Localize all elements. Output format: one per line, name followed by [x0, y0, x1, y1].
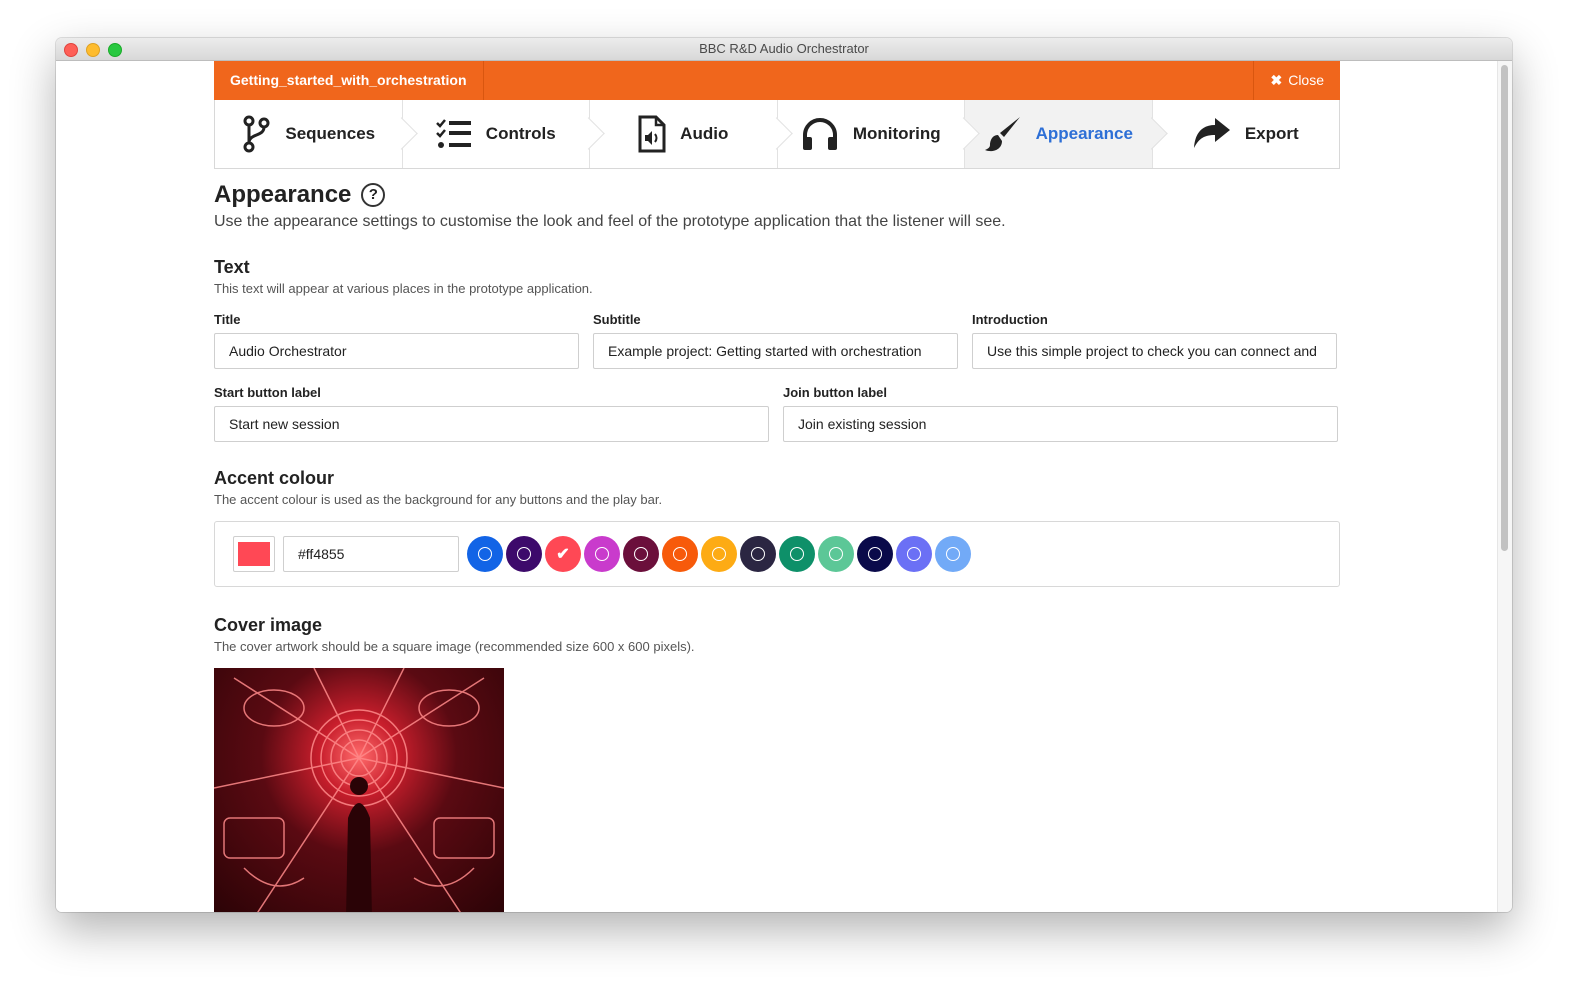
cover-image[interactable] [214, 668, 504, 912]
tab-monitoring-label: Monitoring [852, 124, 941, 143]
tab-export-label: Export [1244, 124, 1299, 143]
text-section-heading: Text [214, 257, 250, 277]
tab-sequences[interactable]: Sequences [215, 100, 418, 168]
minimize-window-button[interactable] [86, 43, 100, 57]
circle-icon [907, 547, 921, 561]
page-description: Use the appearance settings to customise… [214, 213, 1006, 230]
title-input[interactable]: Audio Orchestrator [214, 333, 579, 369]
circle-icon [478, 547, 492, 561]
join-button-field-group: Join button label Join existing session [783, 385, 1338, 442]
colour-swatch[interactable] [740, 536, 776, 572]
colour-swatch[interactable] [896, 536, 932, 572]
close-project-button[interactable]: ✖ Close [1253, 61, 1340, 100]
step-navigation: Sequences Controls Audio Monitoring Appe… [214, 100, 1340, 169]
colour-preview[interactable] [233, 536, 275, 572]
circle-icon [829, 547, 843, 561]
circle-icon [751, 547, 765, 561]
join-button-input[interactable]: Join existing session [783, 406, 1338, 442]
help-icon[interactable]: ? [361, 183, 386, 207]
project-name: Getting_started_with_orchestration [214, 61, 484, 100]
close-icon: ✖ [1270, 72, 1283, 88]
colour-swatch[interactable] [506, 536, 542, 572]
colour-swatch[interactable] [701, 536, 737, 572]
colour-swatch[interactable] [623, 536, 659, 572]
tab-controls[interactable]: Controls [401, 100, 605, 168]
colour-swatch[interactable] [467, 536, 503, 572]
title-label: Title [214, 312, 241, 327]
cover-section-heading: Cover image [214, 615, 323, 635]
start-button-input[interactable]: Start new session [214, 406, 769, 442]
circle-icon [790, 547, 804, 561]
circle-icon [712, 547, 726, 561]
introduction-field-group: Introduction Use this simple project to … [972, 312, 1337, 369]
tab-audio[interactable]: Audio [589, 100, 793, 168]
text-section: Text This text will appear at various pl… [214, 257, 1340, 442]
accent-section-heading: Accent colour [214, 468, 335, 488]
text-section-desc: This text will appear at various places … [214, 281, 593, 296]
content-area: Getting_started_with_orchestration ✖ Clo… [56, 61, 1498, 912]
traffic-lights [64, 43, 122, 57]
accent-section-desc: The accent colour is used as the backgro… [214, 492, 663, 507]
check-icon: ✔ [556, 546, 570, 563]
window-titlebar: BBC R&D Audio Orchestrator [56, 38, 1512, 61]
cover-section-desc: The cover artwork should be a square ima… [214, 639, 695, 654]
page-title: Appearance ? [214, 181, 1340, 209]
share-arrow-icon [1193, 118, 1230, 148]
title-field-group: Title Audio Orchestrator [214, 312, 579, 369]
start-button-field-group: Start button label Start new session [214, 385, 769, 442]
vertical-scrollbar[interactable] [1497, 61, 1512, 912]
colour-swatch[interactable] [818, 536, 854, 572]
tab-controls-label: Controls [485, 124, 556, 143]
colour-swatch[interactable]: ✔ [545, 536, 581, 572]
headphones-icon [802, 118, 837, 150]
scrollbar-thumb[interactable] [1501, 65, 1508, 551]
circle-icon [673, 547, 687, 561]
cover-artwork [214, 668, 504, 912]
tab-appearance-label: Appearance [1035, 124, 1133, 143]
join-button-label: Join button label [783, 385, 887, 400]
circle-icon [634, 547, 648, 561]
colour-preview-fill [238, 542, 270, 566]
paintbrush-icon [984, 117, 1020, 152]
tab-monitoring[interactable]: Monitoring [776, 100, 980, 168]
colour-swatch[interactable] [935, 536, 971, 572]
text-row-1: Title Audio Orchestrator Subtitle Exampl… [214, 312, 1340, 369]
subtitle-label: Subtitle [593, 312, 641, 327]
branch-icon [243, 115, 270, 153]
start-button-label: Start button label [214, 385, 321, 400]
checklist-icon [435, 119, 471, 148]
circle-icon [517, 547, 531, 561]
tab-sequences-label: Sequences [285, 124, 376, 143]
colour-swatch[interactable] [779, 536, 815, 572]
project-topbar: Getting_started_with_orchestration ✖ Clo… [214, 61, 1340, 100]
accent-colour-picker: #ff4855 ✔ [214, 521, 1340, 587]
audio-file-icon [638, 115, 666, 153]
subtitle-input[interactable]: Example project: Getting started with or… [593, 333, 958, 369]
page-title-text: Appearance [214, 181, 352, 208]
app-window: BBC R&D Audio Orchestrator Getting_start… [56, 38, 1512, 912]
text-row-2: Start button label Start new session Joi… [214, 385, 1340, 442]
colour-swatch[interactable] [662, 536, 698, 572]
colour-swatch[interactable] [584, 536, 620, 572]
accent-section: Accent colour The accent colour is used … [214, 468, 1340, 587]
colour-swatch[interactable] [857, 536, 893, 572]
zoom-window-button[interactable] [108, 43, 122, 57]
tab-appearance[interactable]: Appearance [964, 100, 1168, 168]
circle-icon [946, 547, 960, 561]
close-window-button[interactable] [64, 43, 78, 57]
introduction-label: Introduction [972, 312, 1048, 327]
close-label: Close [1288, 72, 1324, 88]
colour-swatches: ✔ [467, 536, 974, 572]
appearance-page: Appearance ? Use the appearance settings… [214, 181, 1340, 912]
circle-icon [595, 547, 609, 561]
tab-export[interactable]: Export [1151, 100, 1340, 168]
window-title: BBC R&D Audio Orchestrator [699, 41, 869, 56]
subtitle-field-group: Subtitle Example project: Getting starte… [593, 312, 958, 369]
introduction-input[interactable]: Use this simple project to check you can… [972, 333, 1337, 369]
hex-colour-input[interactable]: #ff4855 [283, 536, 459, 572]
circle-icon [868, 547, 882, 561]
cover-section: Cover image The cover artwork should be … [214, 615, 1340, 912]
tab-audio-label: Audio [680, 124, 729, 143]
